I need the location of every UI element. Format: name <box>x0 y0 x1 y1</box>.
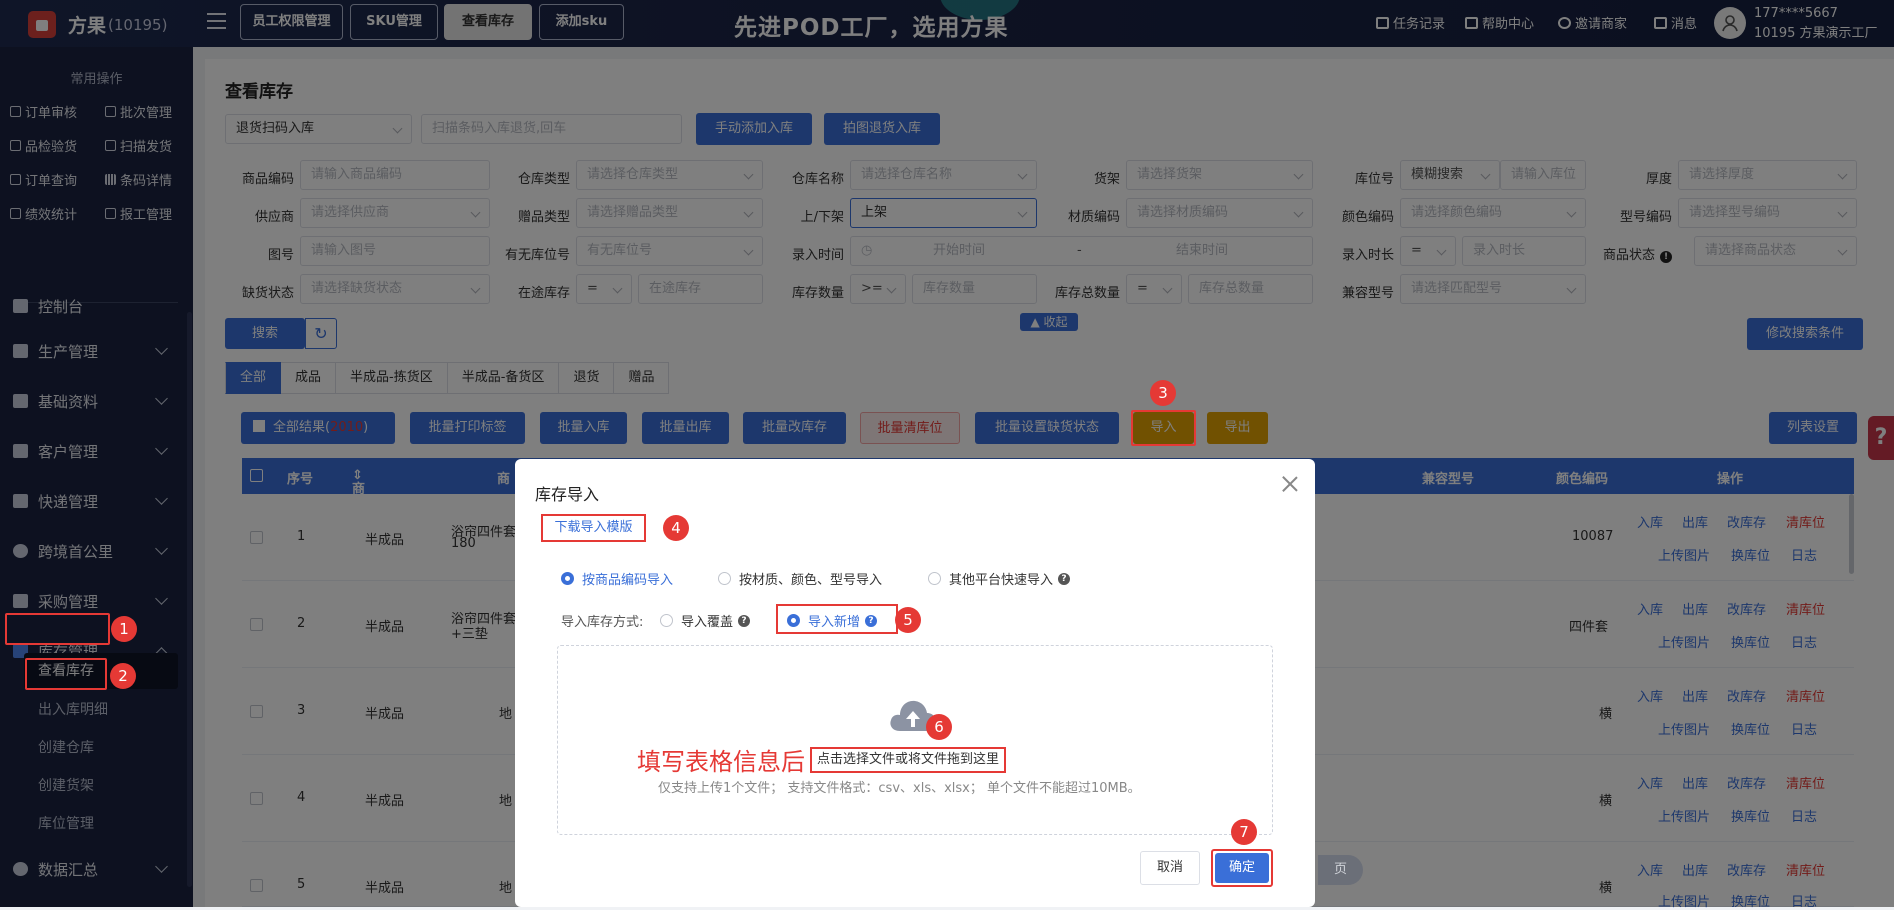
annotation-box-import <box>1131 410 1196 446</box>
download-template-link[interactable]: 下载导入模版 <box>541 514 646 542</box>
step-badge-2: 2 <box>110 663 136 689</box>
radio-indicator <box>561 572 574 585</box>
radio-import-by-material[interactable]: 按材质、颜色、型号导入 <box>718 569 882 588</box>
question-icon[interactable]: ? <box>738 614 751 627</box>
import-dialog: 库存导入 下载导入模版 4 按商品编码导入 按材质、颜色、型号导入 其他平台快速… <box>515 459 1315 907</box>
dialog-title: 库存导入 <box>535 485 600 504</box>
page-jump[interactable]: 页 <box>1318 855 1363 885</box>
radio-indicator <box>660 614 673 627</box>
step-badge-3: 3 <box>1150 380 1176 406</box>
import-method-label: 导入库存方式: <box>561 615 644 630</box>
upload-hint: 仅支持上传1个文件； 支持文件格式：csv、xls、xlsx； 单个文件不能超过… <box>658 781 1141 796</box>
step-badge-1: 1 <box>111 616 137 642</box>
annotation-box-view-inventory <box>25 658 107 690</box>
upload-dropzone[interactable] <box>557 645 1273 835</box>
question-icon[interactable]: ? <box>865 614 878 627</box>
close-icon[interactable] <box>1280 474 1300 494</box>
radio-indicator <box>928 572 941 585</box>
question-icon[interactable]: ? <box>1058 572 1071 585</box>
radio-import-by-code[interactable]: 按商品编码导入 <box>561 569 673 588</box>
step-badge-4: 4 <box>663 515 689 541</box>
radio-indicator <box>718 572 731 585</box>
cancel-button[interactable]: 取消 <box>1140 851 1200 885</box>
step-badge-5: 5 <box>895 607 921 633</box>
radio-import-cover[interactable]: 导入覆盖? <box>660 611 751 630</box>
annotation-box-inventory-menu <box>5 613 110 645</box>
annotation-fill-sheet: 填写表格信息后 <box>637 748 805 776</box>
step-badge-7: 7 <box>1231 819 1257 845</box>
confirm-button[interactable]: 确定 <box>1215 853 1269 883</box>
radio-indicator <box>787 614 800 627</box>
radio-import-other-platform[interactable]: 其他平台快速导入? <box>928 569 1071 588</box>
radio-import-add[interactable]: 导入新增? <box>787 611 878 630</box>
step-badge-6: 6 <box>926 714 952 740</box>
upload-select-text[interactable]: 点击选择文件或将文件拖到这里 <box>810 747 1006 773</box>
